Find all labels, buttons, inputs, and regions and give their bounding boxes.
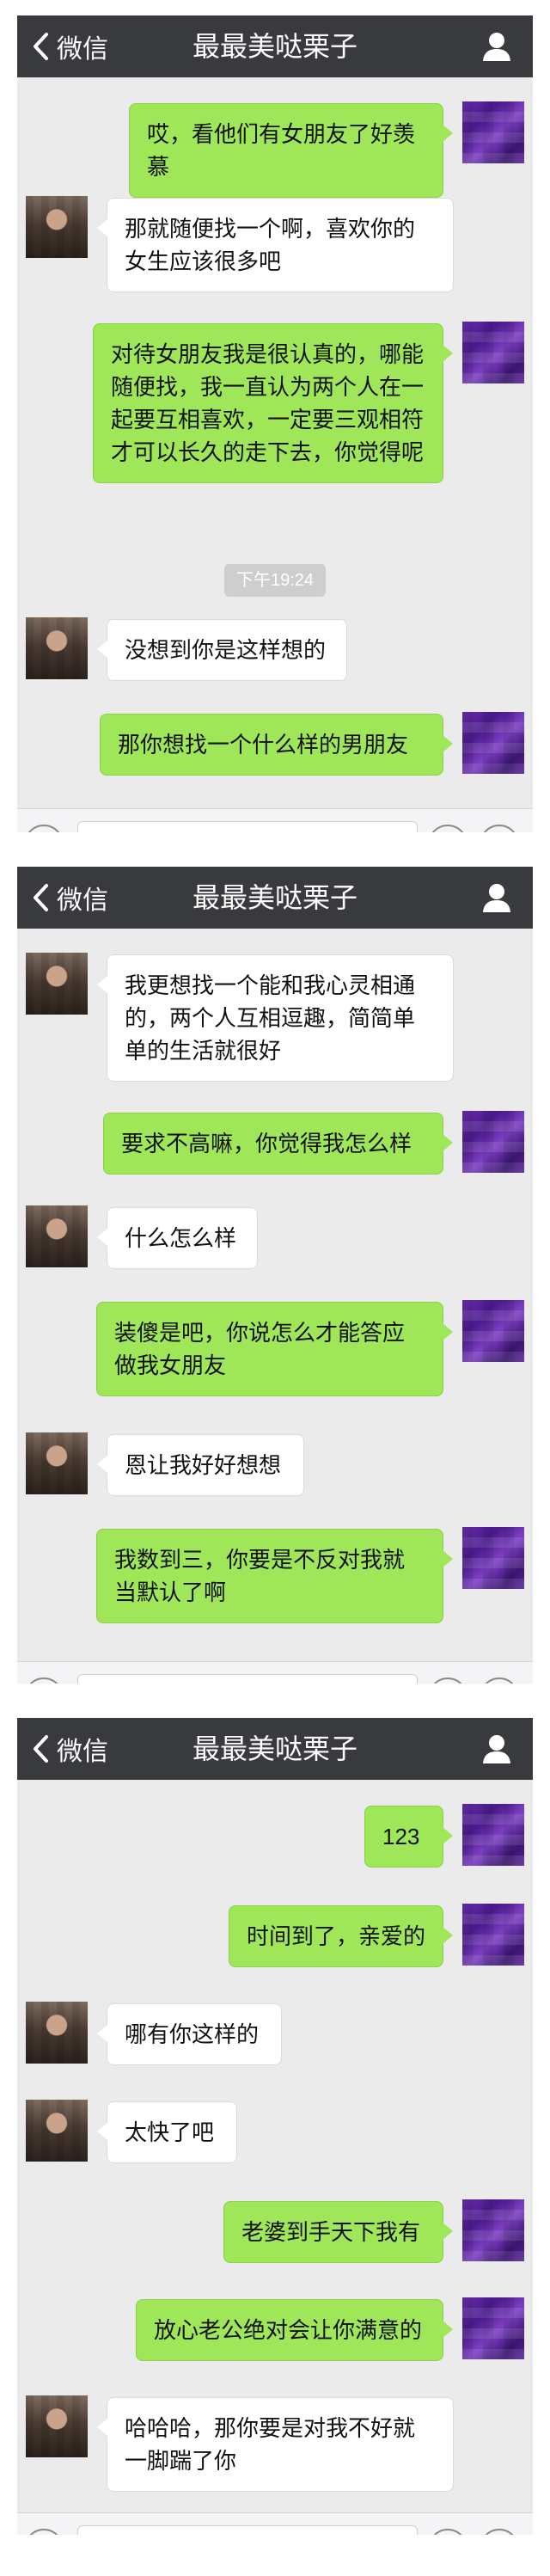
message-input[interactable] [77,2525,418,2535]
emoji-icon[interactable] [428,2529,468,2535]
timestamp: 下午19:24 [223,564,327,597]
input-bar [17,1661,533,1684]
avatar[interactable] [26,2002,88,2064]
avatar[interactable] [462,1300,524,1362]
chevron-left-icon [34,33,48,60]
time-divider: 下午19:24 [17,564,533,597]
back-label: 微信 [57,1738,108,1766]
message-bubble[interactable]: 哪有你这样的 [97,2003,282,2065]
avatar[interactable] [26,617,88,679]
input-bar [17,808,533,832]
avatar[interactable] [26,1205,88,1267]
avatar[interactable] [26,1432,88,1494]
avatar[interactable] [462,2199,524,2261]
avatar[interactable] [26,2100,88,2162]
plus-icon[interactable] [480,825,519,832]
message-bubble[interactable]: 时间到了，亲爱的 [229,1905,453,1967]
avatar[interactable] [462,101,524,163]
person-icon[interactable] [481,1733,512,1764]
voice-icon[interactable] [24,1677,64,1684]
message-bubble[interactable]: 老婆到手天下我有 [223,2201,453,2263]
back-button[interactable]: 微信 [31,867,108,929]
voice-icon[interactable] [24,825,64,832]
back-label: 微信 [57,35,108,64]
avatar[interactable] [26,196,88,258]
avatar[interactable] [26,2395,88,2457]
message-list[interactable]: 哎，看他们有女朋友了好羡慕 那就随便找一个啊，喜欢你的女生应该很多吧 对待女朋友… [17,77,533,776]
avatar[interactable] [462,1111,524,1173]
chevron-left-icon [34,1735,48,1763]
message-bubble[interactable]: 什么怎么样 [97,1207,258,1269]
avatar[interactable] [462,2297,524,2359]
message-list[interactable]: 123 时间到了，亲爱的 哪有你这样的 太快了吧 老婆到手天下我有 放心老公绝对… [17,1780,533,2492]
message-bubble[interactable]: 对待女朋友我是很认真的，哪能随便找，我一直认为两个人在一起要互相喜欢，一定要三观… [93,323,453,483]
message-bubble[interactable]: 哈哈哈，那你要是对我不好就一脚踹了你 [97,2397,454,2492]
back-button[interactable]: 微信 [31,15,108,77]
message-list[interactable]: 我更想找一个能和我心灵相通的，两个人互相逗趣，简简单单的生活就很好 要求不高嘛，… [17,929,533,1625]
message-bubble[interactable]: 放心老公绝对会让你满意的 [136,2299,453,2361]
message-input[interactable] [77,1674,418,1684]
message-bubble[interactable]: 我更想找一个能和我心灵相通的，两个人互相逗趣，简简单单的生活就很好 [97,954,454,1082]
avatar[interactable] [462,322,524,383]
avatar[interactable] [26,953,88,1015]
back-button[interactable]: 微信 [31,1718,108,1780]
title-bar: 微信 最最美哒栗子 [17,867,533,929]
message-bubble[interactable]: 我数到三，你要是不反对我就当默认了啊 [96,1529,453,1623]
title-bar: 微信 最最美哒栗子 [17,1718,533,1780]
chat-screen: 微信 最最美哒栗子 我更想找一个能和我心灵相通的，两个人互相逗趣，简简单单的生活… [17,867,533,1684]
chevron-left-icon [34,884,48,911]
message-bubble[interactable]: 没想到你是这样想的 [97,619,347,681]
message-bubble[interactable]: 那你想找一个什么样的男朋友 [100,714,453,776]
message-input[interactable] [77,821,418,832]
message-bubble[interactable]: 太快了吧 [97,2101,237,2163]
person-icon[interactable] [481,31,512,62]
person-icon[interactable] [481,882,512,913]
message-bubble[interactable]: 装傻是吧，你说怎么才能答应做我女朋友 [96,1302,453,1396]
message-bubble[interactable]: 要求不高嘛，你觉得我怎么样 [103,1113,453,1175]
input-bar [17,2512,533,2535]
avatar[interactable] [462,1904,524,1966]
title-bar: 微信 最最美哒栗子 [17,15,533,77]
voice-icon[interactable] [24,2529,64,2535]
avatar[interactable] [462,1527,524,1589]
message-bubble[interactable]: 恩让我好好想想 [97,1434,304,1496]
message-bubble[interactable]: 哎，看他们有女朋友了好羡慕 [129,103,453,198]
message-bubble[interactable]: 123 [364,1806,453,1868]
emoji-icon[interactable] [428,825,468,832]
back-label: 微信 [57,886,108,915]
chat-screen: 微信 最最美哒栗子 哎，看他们有女朋友了好羡慕 那就随便找一个啊，喜欢你的女生应… [17,15,533,832]
avatar[interactable] [462,1804,524,1866]
plus-icon[interactable] [480,2529,519,2535]
avatar[interactable] [462,712,524,774]
chat-screen: 微信 最最美哒栗子 123 时间到了，亲爱的 哪有你这样的 太快了吧 老婆到手天… [17,1718,533,2535]
emoji-icon[interactable] [428,1677,468,1684]
plus-icon[interactable] [480,1677,519,1684]
message-bubble[interactable]: 那就随便找一个啊，喜欢你的女生应该很多吧 [97,198,454,292]
